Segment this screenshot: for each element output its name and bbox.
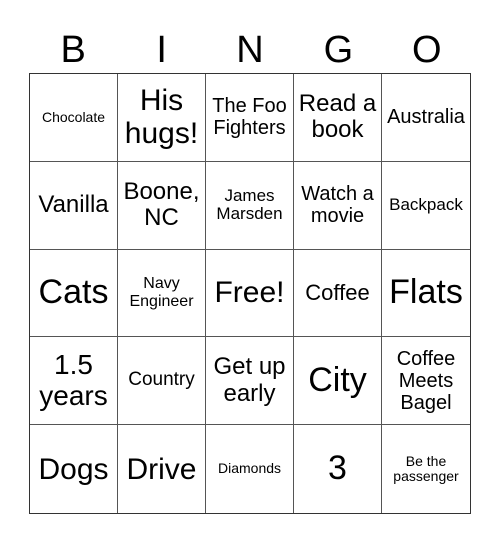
bingo-header: B I N G O bbox=[29, 26, 471, 74]
header-letter-n: N bbox=[236, 29, 264, 71]
bingo-cell[interactable]: His hugs! bbox=[118, 74, 206, 162]
bingo-cell[interactable]: City bbox=[294, 337, 382, 426]
header-letter-g: G bbox=[323, 29, 354, 71]
bingo-cell[interactable]: Vanilla bbox=[30, 161, 118, 250]
bingo-cell[interactable]: Read a book bbox=[294, 74, 382, 162]
header-letter-i: I bbox=[156, 29, 167, 71]
bingo-cell[interactable]: Get up early bbox=[206, 337, 294, 426]
bingo-cell[interactable]: 1.5 years bbox=[30, 337, 118, 426]
bingo-grid: Chocolate His hugs! The Foo Fighters Rea… bbox=[29, 73, 471, 514]
bingo-cell[interactable]: Drive bbox=[118, 425, 206, 513]
bingo-cell[interactable]: Free! bbox=[206, 249, 294, 338]
bingo-cell[interactable]: Diamonds bbox=[206, 425, 294, 513]
bingo-cell[interactable]: The Foo Fighters bbox=[206, 74, 294, 162]
bingo-cell[interactable]: Chocolate bbox=[30, 74, 118, 162]
bingo-cell[interactable]: Boone, NC bbox=[118, 161, 206, 250]
bingo-cell[interactable]: Coffee Meets Bagel bbox=[382, 337, 470, 426]
bingo-cell[interactable]: James Marsden bbox=[206, 161, 294, 250]
bingo-cell[interactable]: Be the passenger bbox=[382, 425, 470, 513]
bingo-cell[interactable]: Country bbox=[118, 337, 206, 426]
bingo-cell[interactable]: Australia bbox=[382, 74, 470, 162]
bingo-cell[interactable]: Navy Engineer bbox=[118, 249, 206, 338]
header-letter-b: B bbox=[60, 29, 86, 71]
header-letter-o: O bbox=[412, 29, 442, 71]
bingo-cell[interactable]: Watch a movie bbox=[294, 161, 382, 250]
bingo-cell[interactable]: Dogs bbox=[30, 425, 118, 513]
bingo-cell[interactable]: 3 bbox=[294, 425, 382, 513]
bingo-cell[interactable]: Coffee bbox=[294, 249, 382, 338]
bingo-cell[interactable]: Backpack bbox=[382, 162, 470, 250]
bingo-cell[interactable]: Cats bbox=[30, 249, 118, 338]
bingo-cell[interactable]: Flats bbox=[382, 250, 470, 338]
